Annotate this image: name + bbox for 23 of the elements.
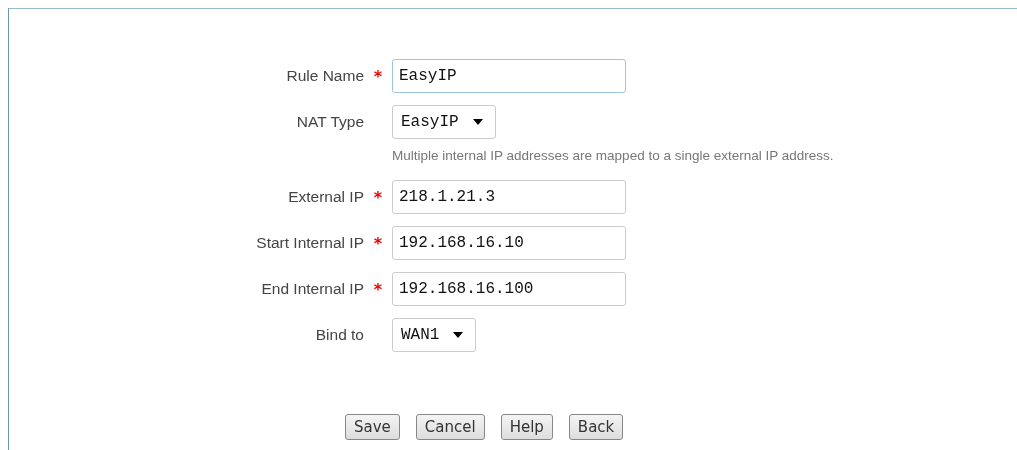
input-field[interactable]: 218.1.21.3: [392, 180, 626, 214]
input-field[interactable]: 192.168.16.100: [392, 272, 626, 306]
field-label: Start Internal IP: [255, 234, 364, 252]
form-button[interactable]: Save: [345, 414, 400, 440]
dropdown[interactable]: EasyIP: [392, 105, 496, 139]
field-label: Rule Name: [285, 67, 364, 85]
hint-text: Multiple internal IP addresses are mapped to a single external IP address.: [392, 148, 834, 163]
required-mark: *: [373, 279, 383, 299]
caret-icon: [453, 332, 464, 338]
caret-icon: [472, 119, 483, 125]
input-field[interactable]: 192.168.16.10: [392, 226, 626, 260]
field-label: NAT Type: [295, 113, 364, 131]
field-label: End Internal IP: [260, 280, 364, 298]
required-mark: *: [373, 187, 383, 207]
form-button[interactable]: Back: [568, 414, 624, 440]
form-button[interactable]: Cancel: [415, 414, 485, 440]
input-field[interactable]: EasyIP: [392, 59, 626, 93]
required-mark: *: [373, 233, 383, 253]
form-button[interactable]: Help: [500, 414, 553, 440]
dropdown[interactable]: WAN1: [392, 318, 477, 352]
required-mark: *: [373, 66, 383, 86]
field-label: External IP: [287, 188, 364, 206]
field-label: Bind to: [314, 326, 364, 344]
